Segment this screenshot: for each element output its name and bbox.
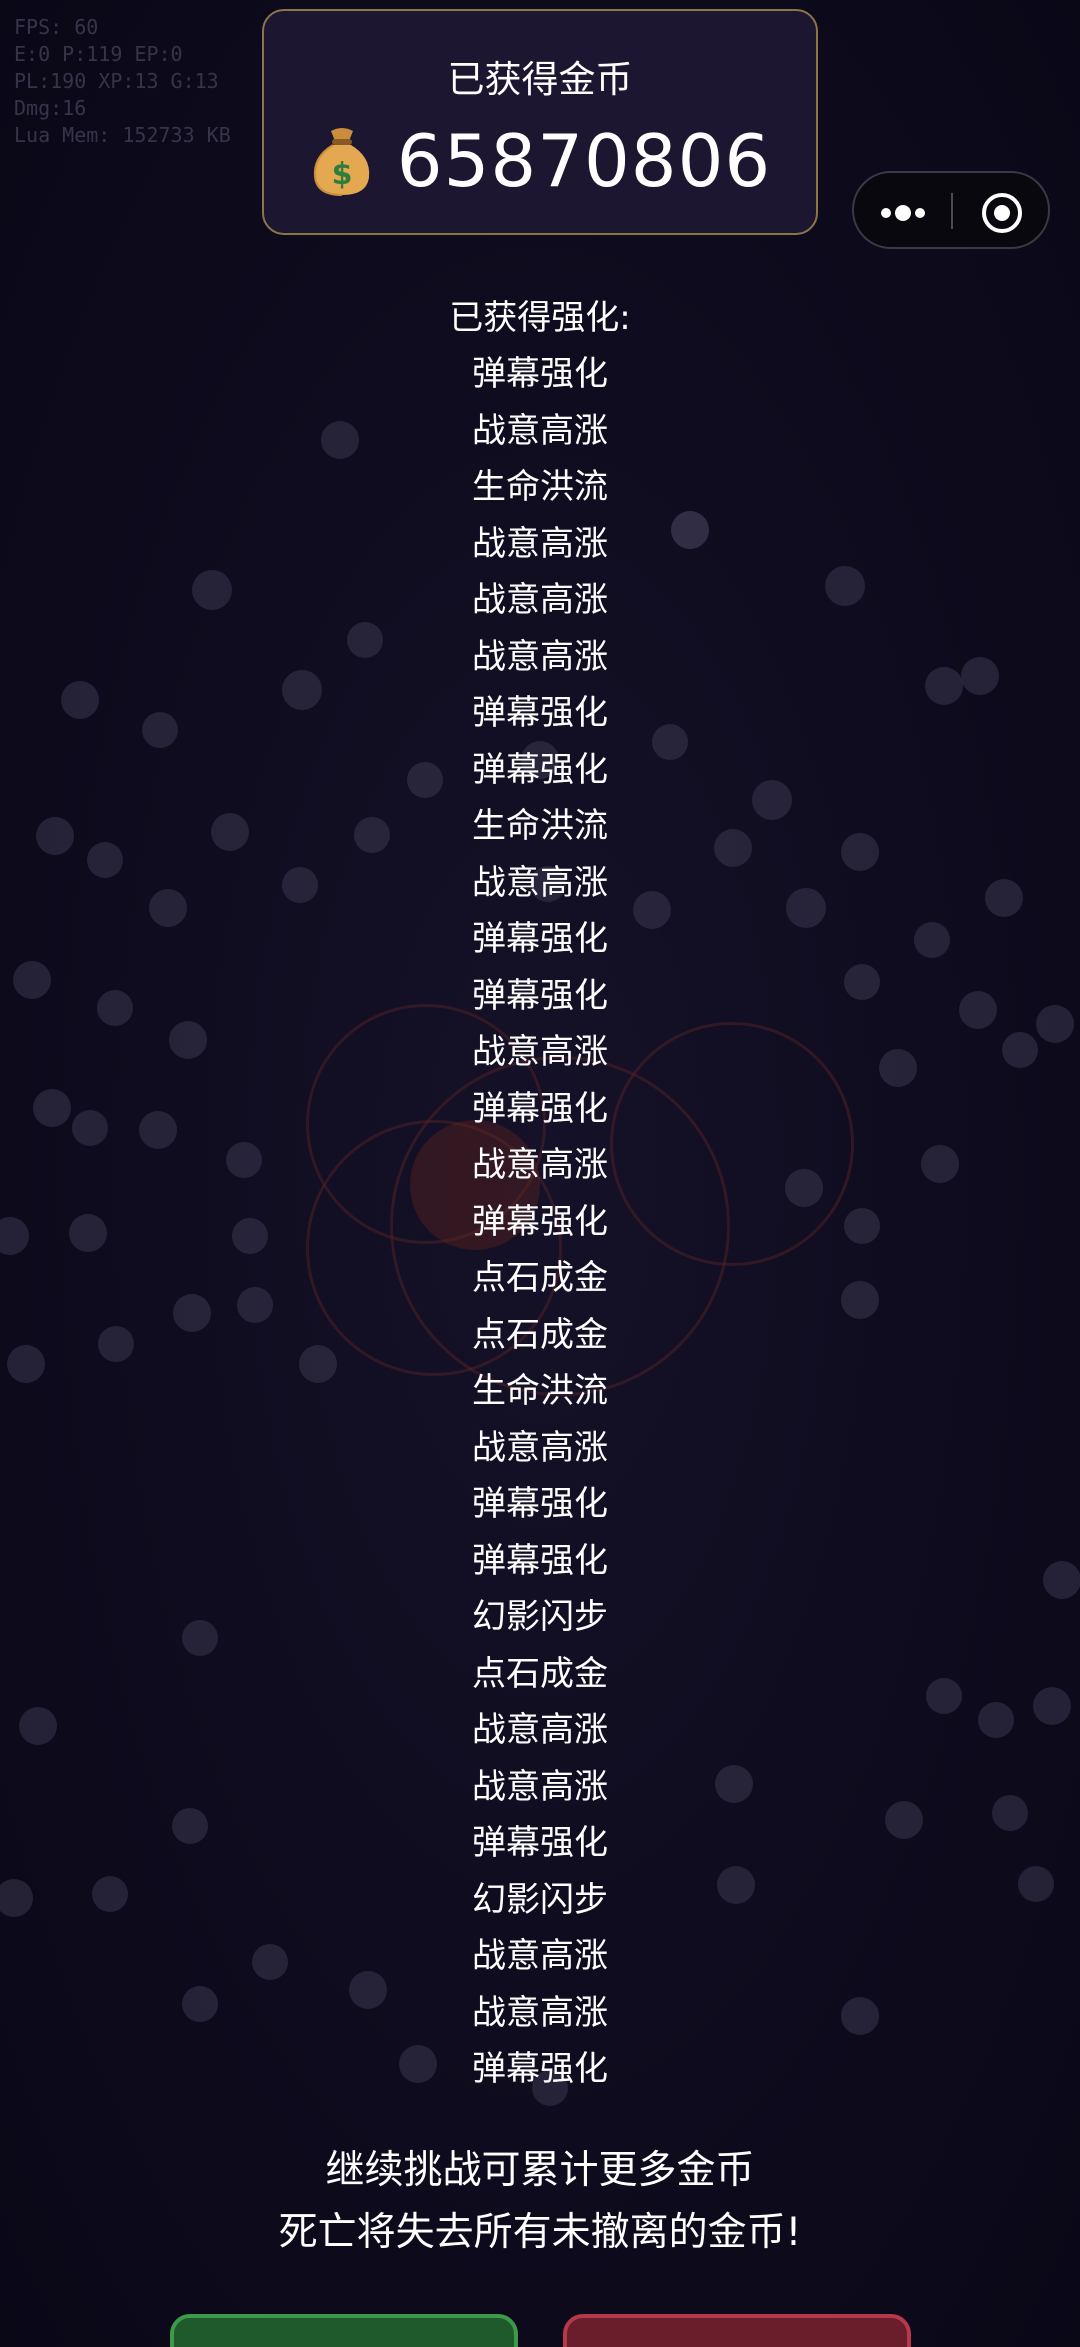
upgrade-item: 战意高涨 xyxy=(472,1710,608,1750)
debug-memory: Lua Mem: 152733 KB xyxy=(14,123,231,147)
capsule-divider xyxy=(951,193,953,229)
upgrade-item: 点石成金 xyxy=(472,1314,608,1355)
upgrade-item: 点石成金 xyxy=(472,1258,608,1298)
upgrade-item: 弹幕强化 xyxy=(472,1823,608,1863)
upgrade-item: 幻影闪步 xyxy=(472,1879,608,1920)
upgrades-heading: 已获得强化: xyxy=(449,298,631,338)
target-close-icon xyxy=(982,193,1022,233)
debug-fps: FPS: 60 xyxy=(14,15,99,39)
gold-earned-panel: 已获得金币 $ 65870806 xyxy=(262,9,818,235)
upgrade-item: 生命洪流 xyxy=(472,467,608,507)
upgrade-item: 战意高涨 xyxy=(472,1936,608,1976)
upgrade-item: 生命洪流 xyxy=(472,1371,608,1411)
upgrade-item: 战意高涨 xyxy=(472,1032,608,1072)
upgrade-item: 点石成金 xyxy=(472,1653,608,1694)
debug-overlay: FPS: 60 E:0 P:119 EP:0 PL:190 XP:13 G:13… xyxy=(14,14,231,149)
upgrade-item: 弹幕强化 xyxy=(472,354,608,394)
upgrade-item: 弹幕强化 xyxy=(472,975,608,1016)
upgrade-item: 弹幕强化 xyxy=(472,1088,608,1129)
upgrade-item: 弹幕强化 xyxy=(472,749,608,790)
gold-amount: 65870806 xyxy=(396,119,772,203)
debug-entities: E:0 P:119 EP:0 xyxy=(14,42,183,66)
warning-message: 继续挑战可累计更多金币 死亡将失去所有未撤离的金币! xyxy=(0,2140,1080,2264)
debug-damage: Dmg:16 xyxy=(14,96,87,120)
more-options-button[interactable] xyxy=(854,173,952,247)
upgrade-item: 战意高涨 xyxy=(472,1766,608,1807)
svg-text:$: $ xyxy=(331,157,352,192)
upgrade-item: 战意高涨 xyxy=(472,580,608,620)
upgrade-item: 战意高涨 xyxy=(472,636,608,677)
warning-line-2: 死亡将失去所有未撤离的金币! xyxy=(278,2210,802,2255)
close-miniprogram-button[interactable] xyxy=(954,173,1048,247)
upgrade-item: 战意高涨 xyxy=(472,862,608,903)
upgrade-item: 幻影闪步 xyxy=(472,1597,608,1637)
warning-line-1: 继续挑战可累计更多金币 xyxy=(325,2148,755,2193)
continue-challenge-button[interactable] xyxy=(563,2314,911,2347)
upgrade-item: 战意高涨 xyxy=(472,1427,608,1468)
upgrade-item: 战意高涨 xyxy=(472,523,608,564)
upgrade-item: 弹幕强化 xyxy=(472,1201,608,1242)
upgrade-item: 生命洪流 xyxy=(472,806,608,846)
upgrade-item: 弹幕强化 xyxy=(472,2049,608,2089)
money-bag-icon: $ xyxy=(313,128,369,196)
upgrade-item: 弹幕强化 xyxy=(472,693,608,733)
upgrade-item: 战意高涨 xyxy=(472,1992,608,2033)
more-dots-icon xyxy=(881,205,925,221)
capsule-menu xyxy=(852,171,1050,249)
upgrade-item: 弹幕强化 xyxy=(472,1540,608,1581)
game-screen: FPS: 60 E:0 P:119 EP:0 PL:190 XP:13 G:13… xyxy=(0,0,1080,2347)
withdraw-button[interactable] xyxy=(170,2314,518,2347)
gold-amount-row: $ 65870806 xyxy=(264,119,816,203)
upgrades-list: 弹幕强化 战意高涨 生命洪流 战意高涨 战意高涨 战意高涨 弹幕强化 弹幕强化 生命洪流 战意高涨… xyxy=(0,346,1080,2098)
upgrade-item: 弹幕强化 xyxy=(472,919,608,959)
upgrade-item: 弹幕强化 xyxy=(472,1484,608,1524)
gold-panel-title: 已获得金币 xyxy=(447,58,633,101)
upgrade-item: 战意高涨 xyxy=(472,1145,608,1185)
debug-stats: PL:190 XP:13 G:13 xyxy=(14,69,219,93)
upgrade-item: 战意高涨 xyxy=(472,410,608,451)
